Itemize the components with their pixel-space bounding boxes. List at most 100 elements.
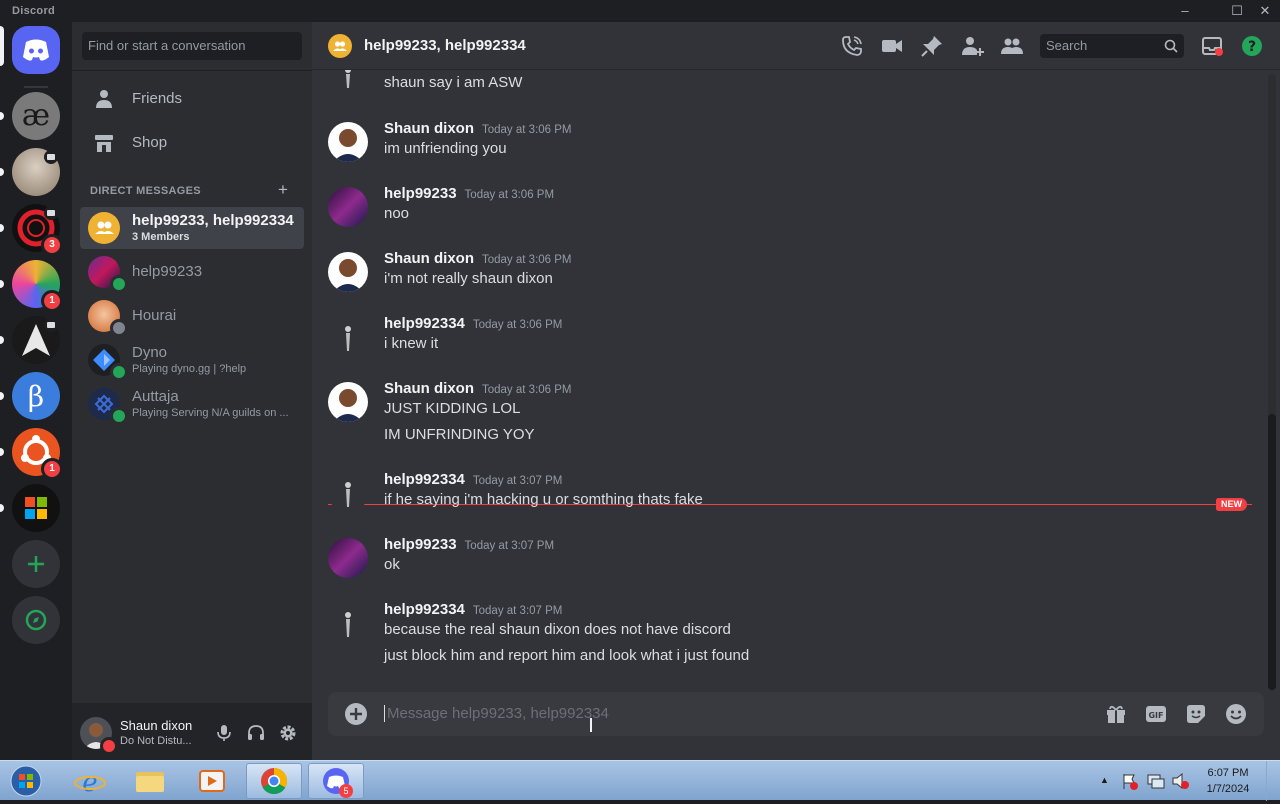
sidebar-divider (72, 70, 312, 71)
taskbar-chrome[interactable] (246, 763, 302, 799)
message-text: i knew it (384, 335, 439, 352)
group-avatar-icon (88, 212, 120, 244)
message-composer[interactable]: Message help99233, help992334 GIF (328, 692, 1264, 736)
dm-name: help99233 (132, 263, 203, 280)
search-icon (1164, 39, 1178, 53)
avatar[interactable] (328, 382, 368, 422)
search-input[interactable]: Search (1040, 34, 1184, 58)
friends-icon (96, 90, 112, 108)
dm-name: Auttaja (132, 388, 179, 405)
dm-item[interactable]: Auttaja Playing Serving N/A guilds on ..… (80, 383, 304, 425)
new-messages-tag: NEW (1216, 498, 1247, 511)
message-author[interactable]: Shaun dixon Today at 3:06 PM (384, 120, 572, 137)
message-timestamp: Today at 3:06 PM (464, 189, 555, 201)
clock-date[interactable]: 1/7/2024 (1198, 783, 1258, 795)
server-ae[interactable]: æ (12, 92, 60, 140)
avatar[interactable] (328, 122, 368, 162)
message-text: ok (384, 556, 400, 573)
mention-badge: 3 (41, 234, 63, 256)
avatar[interactable] (328, 538, 368, 578)
attach-plus-icon[interactable] (344, 702, 368, 726)
sidebar-item-friends[interactable]: Friends (80, 78, 304, 120)
microphone-icon[interactable] (214, 723, 234, 743)
message-author[interactable]: help992334 Today at 3:07 PM (384, 471, 562, 488)
dm-sidebar: Find or start a conversation Friends Sho… (72, 22, 312, 760)
headphones-icon[interactable] (246, 723, 266, 743)
dm-item[interactable]: Dyno Playing dyno.gg | ?help (80, 339, 304, 381)
dm-section-header: DIRECT MESSAGES (90, 185, 201, 197)
taskbar-media-player[interactable] (184, 763, 240, 799)
sticker-icon[interactable] (1184, 702, 1208, 726)
action-center-flag-icon[interactable] (1120, 771, 1140, 791)
unread-pill (0, 112, 4, 120)
message-text: just block him and report him and look w… (384, 647, 750, 664)
message-input[interactable]: Message help99233, help992334 (384, 705, 609, 722)
member-list-icon[interactable] (1000, 34, 1024, 58)
pin-icon[interactable] (920, 34, 944, 58)
add-friends-icon[interactable] (960, 34, 984, 58)
message-list: shaun say i am ASW Shaun dixon Today at 3… (312, 70, 1268, 690)
explore-servers-button[interactable] (12, 596, 60, 644)
internet-explorer-icon: e (74, 768, 106, 798)
avatar (328, 70, 368, 92)
avatar[interactable] (328, 317, 368, 357)
clock-time[interactable]: 6:07 PM (1198, 767, 1258, 779)
message-author[interactable]: help99233 Today at 3:07 PM (384, 536, 554, 553)
show-hidden-icons-icon[interactable]: ▲ (1100, 775, 1109, 785)
sidebar-item-shop[interactable]: Shop (80, 122, 304, 164)
create-dm-button[interactable]: + (278, 180, 288, 200)
user-name: Shaun dixon (120, 718, 193, 733)
sidebar-item-label: Shop (132, 134, 168, 151)
volume-muted-icon[interactable] (1170, 771, 1190, 791)
maximize-button[interactable]: ☐ (1224, 0, 1250, 22)
inbox-icon[interactable] (1200, 34, 1224, 58)
help-icon[interactable]: ? (1240, 34, 1264, 58)
avatar[interactable] (328, 603, 368, 643)
svg-text:GIF: GIF (1148, 711, 1163, 720)
message-scrollbar[interactable] (1268, 74, 1276, 690)
channel-title: help99233, help992334 (364, 37, 526, 54)
gift-icon[interactable] (1104, 702, 1128, 726)
message-author[interactable]: help992334 Today at 3:06 PM (384, 315, 562, 332)
show-desktop-button[interactable] (1266, 761, 1280, 801)
network-icon[interactable] (1146, 771, 1166, 791)
home-button[interactable] (12, 26, 60, 74)
avatar[interactable] (328, 252, 368, 292)
message-timestamp: Today at 3:06 PM (482, 254, 572, 266)
taskbar-file-explorer[interactable] (122, 763, 178, 799)
dm-item[interactable]: help99233 (80, 251, 304, 293)
minimize-button[interactable]: – (1172, 0, 1198, 22)
message-author[interactable]: Shaun dixon Today at 3:06 PM (384, 380, 572, 397)
close-window-button[interactable]: ✕ (1252, 0, 1278, 22)
unread-pill (0, 224, 4, 232)
message-text: JUST KIDDING LOL (384, 400, 521, 417)
message-author[interactable]: help99233 Today at 3:06 PM (384, 185, 554, 202)
server-windows[interactable] (12, 484, 60, 532)
discord-logo-icon (23, 39, 49, 61)
taskbar-internet-explorer[interactable]: e (62, 763, 118, 799)
gif-icon[interactable]: GIF (1144, 702, 1168, 726)
video-call-icon[interactable] (880, 34, 904, 58)
server-beta[interactable]: β (12, 372, 60, 420)
taskbar-discord[interactable]: 5 (308, 763, 364, 799)
dm-item-group[interactable]: help99233, help992334 3 Members (80, 207, 304, 249)
voice-indicator-icon (44, 150, 58, 164)
voice-call-icon[interactable] (840, 34, 864, 58)
message-author[interactable]: help992334 Today at 3:07 PM (384, 601, 562, 618)
avatar[interactable] (328, 187, 368, 227)
scrollbar-thumb[interactable] (1268, 414, 1276, 690)
find-conversation-input[interactable]: Find or start a conversation (82, 32, 302, 60)
emoji-icon[interactable] (1224, 702, 1248, 726)
avatar[interactable] (328, 473, 368, 513)
add-server-button[interactable] (12, 540, 60, 588)
dm-item[interactable]: Hourai (80, 295, 304, 337)
rail-divider (24, 86, 48, 88)
online-status-icon (110, 363, 128, 381)
gear-icon[interactable] (278, 723, 298, 743)
message-author[interactable]: Shaun dixon Today at 3:06 PM (384, 250, 572, 267)
start-button[interactable] (4, 763, 48, 799)
discord-taskbar-badge: 5 (339, 784, 353, 798)
user-status: Do Not Distu... (120, 735, 192, 747)
message-text: noo (384, 205, 410, 222)
compass-icon (25, 609, 47, 631)
